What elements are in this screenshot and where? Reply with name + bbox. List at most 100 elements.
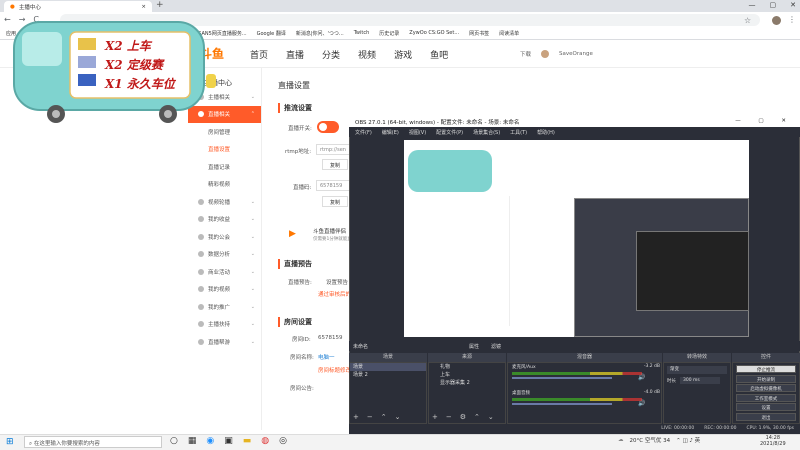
folder-icon[interactable]: ▬ — [243, 436, 252, 446]
bookmark-item[interactable]: ZywOo CS:GO Set... — [409, 30, 459, 37]
taskview-grid-icon[interactable]: ▦ — [188, 436, 197, 446]
sidebar-item[interactable]: 商业活动 ⌄ — [188, 263, 261, 281]
up-icon[interactable]: ⌃ — [381, 413, 387, 421]
remove-icon[interactable]: − — [446, 413, 452, 421]
edge-icon[interactable]: ◉ — [206, 436, 214, 446]
code-input[interactable]: 6578159 — [316, 180, 352, 191]
sidebar-item[interactable]: 直播帮游 ⌄ — [188, 333, 261, 351]
transition-select[interactable]: 渐变 — [667, 366, 727, 374]
stream-toggle[interactable] — [317, 121, 339, 133]
gear-icon[interactable]: ⚙ — [460, 413, 466, 421]
properties-button[interactable]: 属性 — [469, 343, 479, 350]
duration-input[interactable]: 300 ms — [680, 377, 720, 384]
download-link[interactable]: 下载 — [520, 50, 531, 58]
new-tab-button[interactable]: + — [156, 0, 164, 10]
sidebar-item[interactable]: 房间管理 — [188, 123, 261, 141]
minimize-icon[interactable]: — — [749, 1, 756, 9]
bookmark-item[interactable]: 网页书签 — [469, 30, 489, 37]
browser-tab[interactable]: ● 主播中心 × — [4, 1, 152, 12]
store-icon[interactable]: ▣ — [224, 436, 233, 446]
sidebar-item[interactable]: 直播记录 — [188, 158, 261, 176]
top-nav-item[interactable]: 游戏 — [394, 48, 412, 61]
top-nav-item[interactable]: 首页 — [250, 48, 268, 61]
tool-banner[interactable]: ▶ 斗鱼直播伴侣 仅需要1分钟就能直播 — [285, 224, 356, 246]
source-item[interactable]: 显示器采集 2 — [429, 379, 505, 387]
obs-control-button[interactable]: 设置 — [736, 403, 796, 411]
profile-avatar[interactable] — [772, 16, 781, 25]
obs-menubar: 文件(F) 编辑(E) 视图(V) 配置文件(P) 场景集合(S) 工具(T) 帮助(H) — [349, 127, 800, 137]
speaker-icon[interactable]: 🔊 — [638, 400, 645, 407]
volume-slider[interactable] — [512, 377, 612, 379]
weather-text[interactable]: 20°C 空气优 34 — [630, 436, 671, 444]
rtmp-input[interactable]: rtmp://sen — [316, 144, 352, 155]
add-icon[interactable]: + — [432, 413, 438, 421]
top-nav-item[interactable]: 直播 — [286, 48, 304, 61]
obs-menu-item[interactable]: 场景集合(S) — [473, 129, 500, 136]
tray-icons[interactable]: ⌃ ◫ ♪ 英 — [676, 436, 700, 444]
scene-item[interactable]: 场景 — [350, 363, 426, 371]
up-icon[interactable]: ⌃ — [474, 413, 480, 421]
obs-menu-item[interactable]: 视图(V) — [409, 129, 426, 136]
sidebar-item[interactable]: 我的公会 ⌄ — [188, 228, 261, 246]
obs-control-button[interactable]: 启动虚拟摄像机 — [736, 384, 796, 392]
sidebar-item-label: 精彩视频 — [208, 182, 231, 189]
bookmark-item[interactable]: 历史记录 — [379, 30, 399, 37]
section-preview-title: 直播预告 — [278, 259, 312, 269]
remove-icon[interactable]: − — [367, 413, 373, 421]
room-name-edit[interactable]: 房间标题修改 — [318, 366, 351, 374]
down-icon[interactable]: ⌄ — [395, 413, 401, 421]
sidebar-item[interactable]: 数据分析 ⌄ — [188, 246, 261, 264]
obs-menu-item[interactable]: 工具(T) — [510, 129, 527, 136]
close-icon[interactable]: ✕ — [790, 1, 796, 9]
filters-button[interactable]: 滤镜 — [491, 343, 501, 350]
obs-menu-item[interactable]: 编辑(E) — [382, 129, 399, 136]
sidebar-item[interactable]: 精彩视频 — [188, 176, 261, 194]
source-item[interactable]: 上车 — [429, 371, 505, 379]
avatar[interactable] — [541, 50, 550, 58]
task-view-icon[interactable]: ○ — [170, 436, 178, 446]
copy-rtmp-button[interactable]: 复制 — [322, 159, 348, 170]
chevron-icon: ⌄ — [250, 216, 255, 223]
copy-code-button[interactable]: 复制 — [322, 196, 348, 207]
maximize-icon[interactable]: ▢ — [770, 1, 777, 9]
taskbar-clock[interactable]: 14:28 2021/8/29 — [760, 435, 786, 447]
bookmark-item[interactable]: 阅读清单 — [499, 30, 519, 37]
obs-control-button[interactable]: 退出 — [736, 412, 796, 421]
header-right: 下载 SaveOrange — [520, 50, 593, 58]
obs-icon[interactable]: ◎ — [279, 436, 287, 446]
sidebar-item[interactable]: 我的收益 ⌄ — [188, 211, 261, 229]
sidebar-item[interactable]: 视频轮播 ⌄ — [188, 193, 261, 211]
obs-menu-item[interactable]: 文件(F) — [355, 129, 372, 136]
obs-menu-item[interactable]: 帮助(H) — [537, 129, 555, 136]
speaker-icon[interactable]: 🔊 — [638, 374, 645, 381]
obs-menu-item[interactable]: 配置文件(P) — [436, 129, 463, 136]
bookmark-item[interactable]: Google 翻译 — [257, 30, 286, 37]
obs-control-button[interactable]: 停止推流 — [736, 365, 796, 373]
username[interactable]: SaveOrange — [559, 51, 593, 57]
top-nav-item[interactable]: 视频 — [358, 48, 376, 61]
preview-button[interactable]: 设置预告 — [326, 278, 348, 286]
sidebar-item-label: 商业活动 — [208, 269, 231, 276]
volume-slider[interactable] — [512, 403, 612, 405]
top-nav-item[interactable]: 分类 — [322, 48, 340, 61]
star-icon[interactable]: ☆ — [744, 16, 751, 25]
sidebar-item[interactable]: 我的视频 ⌄ — [188, 281, 261, 299]
source-item[interactable]: 礼物 — [429, 363, 505, 371]
obs-control-button[interactable]: 开始录制 — [736, 374, 796, 383]
taskbar-search[interactable]: ⌕ 在这里输入你要搜索的内容 — [24, 436, 162, 448]
obs-control-button[interactable]: 工作室模式 — [736, 393, 796, 402]
bookmark-item[interactable]: Twitch — [354, 30, 370, 37]
bookmark-item[interactable]: 新消息|你问、'つつ... — [296, 30, 344, 37]
sidebar-item[interactable]: 主播扶持 ⌄ — [188, 316, 261, 334]
menu-icon[interactable]: ⋮ — [788, 15, 796, 24]
room-name-hint[interactable]: 电脑一 — [318, 353, 335, 361]
scene-item[interactable]: 场景 2 — [350, 371, 426, 379]
windows-start-icon[interactable]: ⊞ — [6, 437, 14, 447]
chrome-icon[interactable]: ◍ — [261, 436, 269, 446]
down-icon[interactable]: ⌄ — [488, 413, 494, 421]
top-nav-item[interactable]: 鱼吧 — [430, 48, 448, 61]
sidebar-item[interactable]: 我的推广 ⌄ — [188, 298, 261, 316]
sidebar-item[interactable]: 直播设置 — [188, 141, 261, 159]
tab-close-icon[interactable]: × — [141, 4, 146, 10]
add-icon[interactable]: + — [353, 413, 359, 421]
